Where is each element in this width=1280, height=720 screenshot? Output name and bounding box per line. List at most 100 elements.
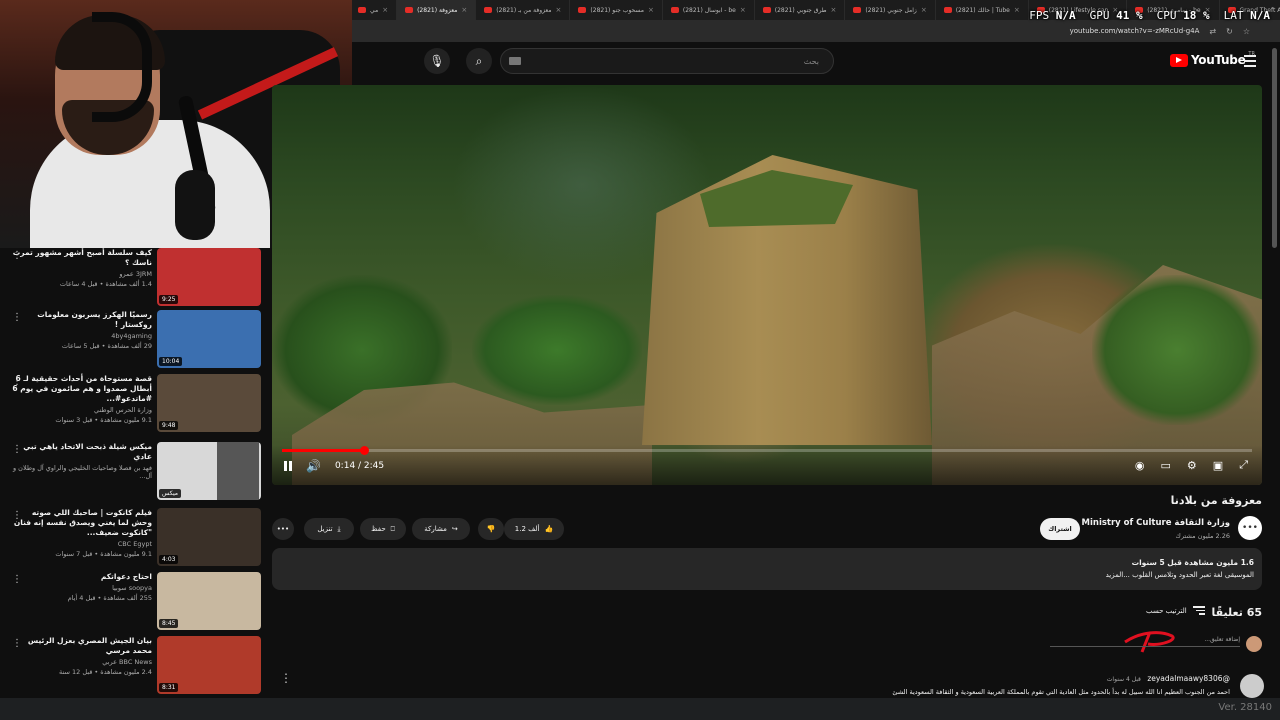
video-thumbnail[interactable]: 9:25 xyxy=(157,248,261,306)
video-title-label[interactable]: قصة مستوحاة من أحداث حقيقية لـ 6 أبطال ص… xyxy=(12,374,152,404)
youtube-favicon-icon xyxy=(405,7,414,13)
video-title-label[interactable]: رسميًا الهكرز يسربون معلومات روكستار ! xyxy=(12,310,152,330)
browser-tab[interactable]: (2821) معزوفة × xyxy=(397,0,477,20)
star-icon[interactable]: ☆ xyxy=(1243,27,1250,36)
browser-tab[interactable]: (2821) حالك | Tube × xyxy=(936,0,1029,20)
comment-author[interactable]: @zeyadalmaawy8306 قبل 4 سنوات xyxy=(1107,674,1230,683)
tab-label: (2821) مسحوب جنو xyxy=(590,6,644,14)
youtube-favicon-icon xyxy=(853,7,862,13)
close-tab-icon[interactable]: × xyxy=(921,6,927,14)
share-button[interactable]: مشاركة ↪ xyxy=(412,518,470,540)
dislike-button[interactable]: 👎 xyxy=(478,518,504,540)
comment-username[interactable]: @zeyadalmaawy8306 xyxy=(1147,674,1230,683)
tab-label: (2821) ابوسال - be xyxy=(682,6,736,14)
video-thumbnail[interactable]: ميكس xyxy=(157,442,261,500)
description-box[interactable]: 1.6 مليون مشاهدة قبل 5 سنوات الموسيقى لغ… xyxy=(272,548,1262,590)
browser-tab[interactable]: (2821) ابوسال - be × xyxy=(663,0,755,20)
recommended-video[interactable]: 9:48 قصة مستوحاة من أحداث حقيقية لـ 6 أبط… xyxy=(0,374,262,434)
page-scrollbar[interactable] xyxy=(1272,48,1277,248)
recommended-video[interactable]: ميكس ميكس شيلة ذبحت الاتحاد ياهي تبي عادي… xyxy=(0,442,262,502)
commenter-avatar[interactable] xyxy=(1240,674,1264,698)
save-button[interactable]: حفظ ⎕ xyxy=(360,518,406,540)
close-tab-icon[interactable]: × xyxy=(556,6,562,14)
pause-icon[interactable] xyxy=(284,461,292,471)
close-tab-icon[interactable]: × xyxy=(382,6,388,14)
more-options-icon[interactable]: ⋮ xyxy=(12,574,22,585)
address-bar[interactable]: youtube.com/watch?v=-zMRcUd-g4A ⇄ ↻ ☆ xyxy=(350,20,1280,42)
search-input[interactable]: بحث xyxy=(500,48,834,74)
duration-badge: 8:45 xyxy=(159,619,179,628)
progress-bar[interactable] xyxy=(282,446,1252,455)
more-options-icon[interactable]: ⋮ xyxy=(12,312,22,323)
fullscreen-icon[interactable]: ⤢ xyxy=(1239,458,1248,472)
captions-icon[interactable]: ▭ xyxy=(1161,459,1171,472)
microphone xyxy=(175,170,215,240)
browser-tab[interactable]: (2821) طرق جنوبي × xyxy=(755,0,846,20)
translate-icon[interactable]: ⇄ xyxy=(1209,27,1216,36)
youtube-favicon-icon xyxy=(670,7,679,13)
progress-knob[interactable] xyxy=(360,446,370,455)
channel-name-text[interactable]: وزارة الثقافة Ministry of Culture xyxy=(1082,518,1230,528)
video-meta: 9.1 مليون مشاهدة • قبل 7 سنوات xyxy=(55,550,152,558)
close-tab-icon[interactable]: × xyxy=(461,6,467,14)
mic-icon[interactable]: 🎙 xyxy=(424,48,450,74)
download-label: تنزيل xyxy=(317,525,333,533)
search-icon[interactable]: ⌕ xyxy=(466,48,492,74)
youtube-logo[interactable]: YouTube TR xyxy=(1170,51,1255,67)
browser-tab[interactable]: مي × xyxy=(350,0,398,20)
video-title-label[interactable]: ميكس شيلة ذبحت الاتحاد ياهي تبي عادي xyxy=(12,442,152,462)
search-placeholder: بحث xyxy=(803,56,819,66)
video-thumbnail[interactable]: 4:03 xyxy=(157,508,261,566)
settings-icon[interactable]: ⚙ xyxy=(1187,459,1197,472)
video-thumbnail[interactable]: 10:04 xyxy=(157,310,261,368)
recommended-video[interactable]: 4:03 فيلم كانكوت | صاحبك اللي صوته وحش لم… xyxy=(0,508,262,568)
miniplayer-icon[interactable]: ▣ xyxy=(1213,459,1223,472)
close-tab-icon[interactable]: × xyxy=(831,6,837,14)
autoplay-toggle-icon[interactable]: ◉ xyxy=(1135,459,1145,472)
channel-avatar[interactable]: ••• xyxy=(1238,516,1262,540)
close-tab-icon[interactable]: × xyxy=(740,6,746,14)
video-title-label[interactable]: كيف سلسلة أصبح أشهر مشهور تمرت ناسك ؟ xyxy=(12,248,152,268)
video-thumbnail[interactable]: 8:45 xyxy=(157,572,261,630)
add-comment-input[interactable]: إضافة تعليق... xyxy=(1050,636,1240,647)
share-label: مشاركة xyxy=(424,525,447,533)
reload-icon[interactable]: ↻ xyxy=(1226,27,1233,36)
comment-menu-icon[interactable]: ⋮ xyxy=(280,672,292,684)
channel-name[interactable]: وزارة الثقافة Ministry of Culture ✔ xyxy=(1072,518,1230,528)
close-tab-icon[interactable]: × xyxy=(648,6,654,14)
browser-tab[interactable]: (2821) معزوفة من بـ × xyxy=(476,0,571,20)
subscribe-button[interactable]: اشتراك xyxy=(1040,518,1080,540)
recommended-video[interactable]: 10:04 رسميًا الهكرز يسربون معلومات روكستا… xyxy=(0,310,262,370)
more-options-icon[interactable]: ⋮ xyxy=(12,250,22,261)
more-options-icon[interactable]: ⋮ xyxy=(12,444,22,455)
video-thumbnail[interactable]: 8:31 xyxy=(157,636,261,694)
more-options-icon[interactable]: ⋮ xyxy=(12,510,22,521)
video-title-label[interactable]: بيان الجيش المصري بعزل الرئيس محمد مرسي xyxy=(12,636,152,656)
video-title-label[interactable]: فيلم كانكوت | صاحبك اللي صوته وحش لما يغ… xyxy=(12,508,152,538)
keyboard-icon[interactable] xyxy=(509,57,521,65)
more-icon: ••• xyxy=(276,525,290,533)
close-tab-icon[interactable]: × xyxy=(1014,6,1020,14)
more-options-icon[interactable]: ⋮ xyxy=(12,376,22,387)
video-info: رسميًا الهكرز يسربون معلومات روكستار ! 4b… xyxy=(12,310,152,350)
sort-comments-button[interactable]: الترتيب حسب xyxy=(1146,606,1205,617)
volume-icon[interactable]: 🔊 xyxy=(306,459,321,473)
video-info: فيلم كانكوت | صاحبك اللي صوته وحش لما يغ… xyxy=(12,508,152,558)
menu-icon[interactable] xyxy=(1244,55,1256,70)
url-text[interactable]: youtube.com/watch?v=-zMRcUd-g4A xyxy=(1070,27,1200,35)
more-actions-button[interactable]: ••• xyxy=(272,518,294,540)
browser-tab[interactable]: (2821) مسحوب جنو × xyxy=(570,0,663,20)
video-thumbnail[interactable]: 9:48 xyxy=(157,374,261,432)
user-avatar xyxy=(1246,636,1262,652)
more-options-icon[interactable]: ⋮ xyxy=(12,638,22,649)
channel-label: فهد بن فصلا وصاحيات الخليجي والراوي آل و… xyxy=(12,464,152,480)
like-button[interactable]: 1.2 ألف 👍 xyxy=(504,518,564,540)
video-title-label[interactable]: احتاج دعواتكم xyxy=(12,572,152,582)
browser-tab[interactable]: (2821) زامل جنوبي × xyxy=(845,0,936,20)
duration-badge: 8:31 xyxy=(159,683,179,692)
recommended-video[interactable]: 8:31 بيان الجيش المصري بعزل الرئيس محمد م… xyxy=(0,636,262,696)
recommended-video[interactable]: 8:45 احتاج دعواتكم soopya سوبيا 255 ألف مشا… xyxy=(0,572,262,632)
download-button[interactable]: تنزيل ⤓ xyxy=(304,518,354,540)
recommended-video[interactable]: 9:25 كيف سلسلة أصبح أشهر مشهور تمرت ناسك … xyxy=(0,248,262,308)
video-player[interactable]: 🔊 0:14 / 2:45 ◉ ▭ ⚙ ▣ ⤢ xyxy=(272,85,1262,485)
